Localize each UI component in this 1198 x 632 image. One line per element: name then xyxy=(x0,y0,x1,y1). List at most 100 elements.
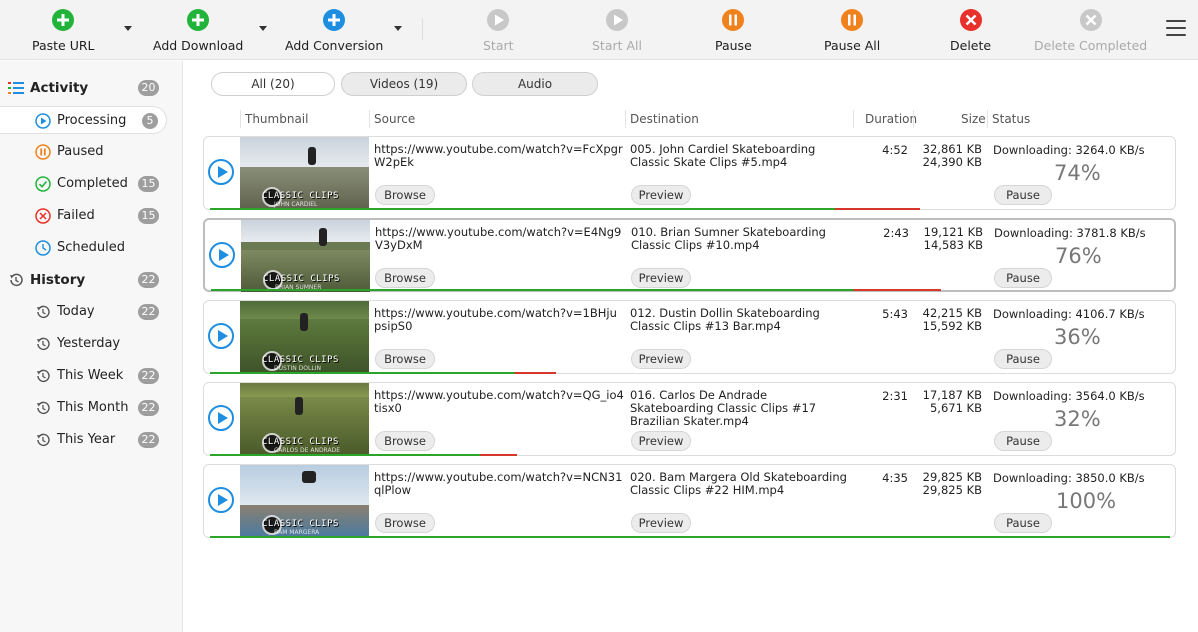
source-url: https://www.youtube.com/watch?v=QG_io4ti… xyxy=(374,388,624,415)
thumbnail-title: CLASSIC CLIPS xyxy=(263,274,340,284)
play-icon[interactable] xyxy=(208,159,234,185)
tab-videos[interactable]: Videos (19) xyxy=(341,72,467,96)
check-circle-icon xyxy=(35,176,51,192)
table-row[interactable]: CLASSIC CLIPS BRIAN SUMNER https://www.y… xyxy=(203,218,1176,292)
table-row[interactable]: CLASSIC CLIPS BAM MARGERA https://www.yo… xyxy=(203,464,1176,538)
count-badge: 22 xyxy=(138,400,159,416)
sidebar-item-this-week[interactable]: This Week 22 xyxy=(0,362,183,390)
play-icon[interactable] xyxy=(208,487,234,513)
table-row[interactable]: CLASSIC CLIPS JOHN CARDIEL https://www.y… xyxy=(203,136,1176,210)
sidebar-item-history[interactable]: History 22 xyxy=(0,266,183,294)
paste-url-button[interactable]: Paste URL xyxy=(32,8,95,53)
sidebar-item-activity[interactable]: Activity 20 xyxy=(0,74,183,102)
delete-button[interactable]: Delete xyxy=(950,8,991,53)
source-url: https://www.youtube.com/watch?v=1BHjupsi… xyxy=(374,306,617,333)
pause-all-button[interactable]: Pause All xyxy=(824,8,880,53)
pause-label: Pause xyxy=(715,38,752,53)
file-size: 17,187 KB 5,671 KB xyxy=(916,389,982,415)
browse-button[interactable]: Browse xyxy=(375,349,435,369)
file-size: 19,121 KB 14,583 KB xyxy=(917,226,983,252)
pause-button[interactable]: Pause xyxy=(994,349,1052,369)
preview-button[interactable]: Preview xyxy=(631,513,691,533)
table-row[interactable]: CLASSIC CLIPS DUSTIN DOLLIN https://www.… xyxy=(203,300,1176,374)
table-row[interactable]: CLASSIC CLIPS CARLOS DE ANDRADE https://… xyxy=(203,382,1176,456)
sidebar-item-this-year[interactable]: This Year 22 xyxy=(0,426,183,454)
column-divider xyxy=(913,110,914,128)
pause-button[interactable]: Pause xyxy=(994,513,1052,533)
count-badge: 5 xyxy=(142,113,158,129)
pause-button[interactable]: Pause xyxy=(715,8,752,53)
download-status: Downloading: 3850.0 KB/s xyxy=(993,471,1145,485)
count-badge: 22 xyxy=(138,304,159,320)
delete-label: Delete xyxy=(950,38,992,53)
thumbnail-subtitle: DUSTIN DOLLIN xyxy=(274,365,321,372)
preview-button[interactable]: Preview xyxy=(631,268,691,288)
preview-button[interactable]: Preview xyxy=(631,349,691,369)
progress-fill xyxy=(210,372,556,374)
paste-url-dropdown-icon[interactable] xyxy=(124,26,132,31)
destination-filename: 010. Brian Sumner Skateboarding Classic … xyxy=(631,225,826,252)
tab-audio[interactable]: Audio xyxy=(472,72,598,96)
sidebar-item-this-month[interactable]: This Month 22 xyxy=(0,394,183,422)
sidebar-item-label: Scheduled xyxy=(57,240,125,255)
sidebar-item-label: Today xyxy=(57,304,95,319)
pause-circle-icon xyxy=(840,8,864,32)
play-icon[interactable] xyxy=(209,242,235,268)
sidebar-item-processing[interactable]: Processing 5 xyxy=(0,106,167,134)
source-url: https://www.youtube.com/watch?v=FcXpgrW2… xyxy=(374,142,623,169)
history-icon xyxy=(35,368,51,384)
browse-button[interactable]: Browse xyxy=(375,431,435,451)
column-header-size[interactable]: Size xyxy=(961,112,986,126)
toolbar-divider xyxy=(422,18,423,40)
download-status: Downloading: 3781.8 KB/s xyxy=(994,226,1146,240)
destination-filename: 005. John Cardiel Skateboarding Classic … xyxy=(630,142,816,169)
add-conversion-dropdown-icon[interactable] xyxy=(394,26,402,31)
play-icon[interactable] xyxy=(208,323,234,349)
close-circle-icon xyxy=(1079,8,1103,32)
size-downloaded: 29,825 KB xyxy=(922,483,982,497)
file-size: 32,861 KB 24,390 KB xyxy=(916,143,982,169)
plus-circle-icon xyxy=(322,8,346,32)
column-header-duration[interactable]: Duration xyxy=(865,112,917,126)
sidebar-item-completed[interactable]: Completed 15 xyxy=(0,170,183,198)
column-header-source[interactable]: Source xyxy=(374,112,415,126)
sidebar: Activity 20 Processing 5 Paused Complete… xyxy=(0,61,183,632)
sidebar-item-failed[interactable]: Failed 15 xyxy=(0,202,183,230)
add-download-dropdown-icon[interactable] xyxy=(259,26,267,31)
preview-button[interactable]: Preview xyxy=(631,431,691,451)
sidebar-item-today[interactable]: Today 22 xyxy=(0,298,183,326)
add-download-button[interactable]: Add Download xyxy=(153,8,243,53)
pause-button[interactable]: Pause xyxy=(994,431,1052,451)
sidebar-item-scheduled[interactable]: Scheduled xyxy=(0,234,183,262)
browse-button[interactable]: Browse xyxy=(375,185,435,205)
menu-icon[interactable] xyxy=(1166,20,1186,38)
column-header-status[interactable]: Status xyxy=(992,112,1030,126)
pause-button[interactable]: Pause xyxy=(994,185,1052,205)
add-conversion-button[interactable]: Add Conversion xyxy=(285,8,383,53)
start-all-button[interactable]: Start All xyxy=(592,8,642,53)
duration: 2:43 xyxy=(883,226,909,240)
error-circle-icon xyxy=(35,208,51,224)
column-header-thumbnail[interactable]: Thumbnail xyxy=(245,112,308,126)
delete-completed-button[interactable]: Delete Completed xyxy=(1034,8,1147,53)
file-size: 29,825 KB 29,825 KB xyxy=(916,471,982,497)
browse-button[interactable]: Browse xyxy=(375,268,435,288)
sidebar-item-yesterday[interactable]: Yesterday xyxy=(0,330,183,358)
tab-all[interactable]: All (20) xyxy=(211,72,335,96)
history-icon xyxy=(35,400,51,416)
sidebar-item-label: This Month xyxy=(57,400,129,415)
column-header-destination[interactable]: Destination xyxy=(630,112,699,126)
paste-url-label: Paste URL xyxy=(32,38,95,53)
start-button[interactable]: Start xyxy=(483,8,514,53)
video-thumbnail: CLASSIC CLIPS BAM MARGERA xyxy=(240,465,369,537)
play-icon[interactable] xyxy=(208,405,234,431)
progress-fill xyxy=(210,454,517,456)
sidebar-item-paused[interactable]: Paused xyxy=(0,138,183,166)
preview-button[interactable]: Preview xyxy=(631,185,691,205)
progress-percent: 74% xyxy=(1054,161,1101,185)
pause-button[interactable]: Pause xyxy=(994,268,1052,288)
browse-button[interactable]: Browse xyxy=(375,513,435,533)
count-badge: 15 xyxy=(138,208,159,224)
sidebar-item-label: Yesterday xyxy=(57,336,121,351)
download-status: Downloading: 4106.7 KB/s xyxy=(993,307,1145,321)
